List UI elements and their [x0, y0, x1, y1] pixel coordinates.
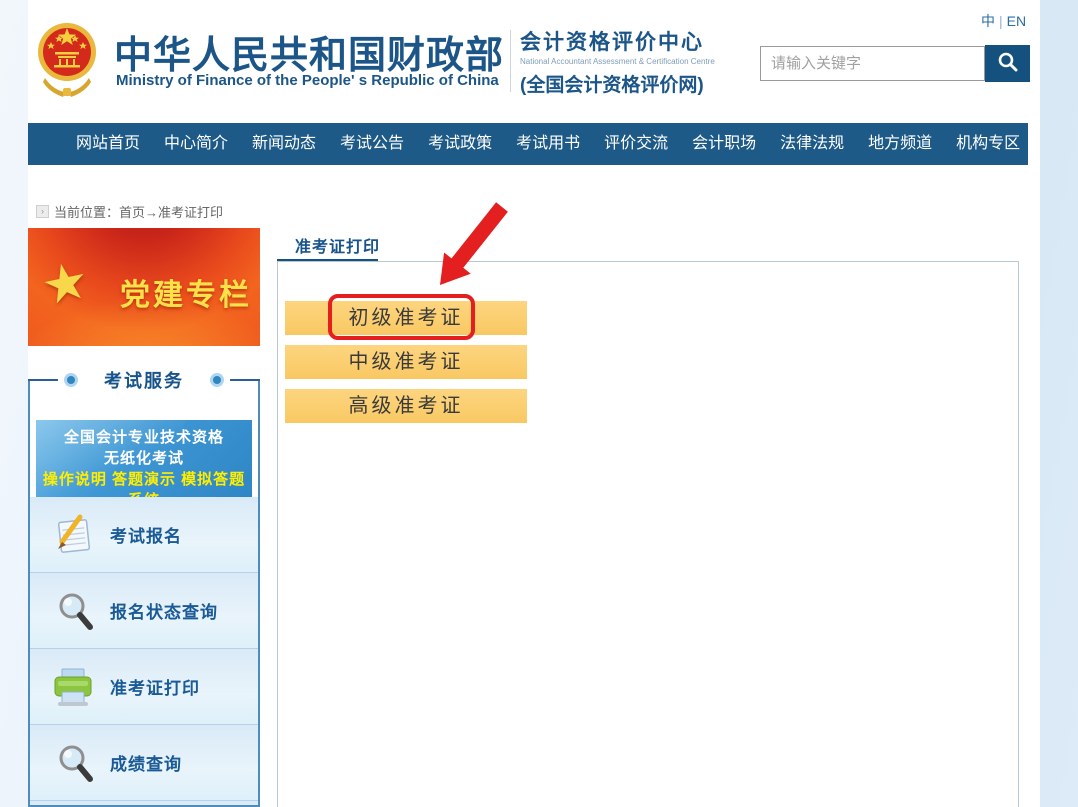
intermediate-ticket-button[interactable]: 中级准考证 [285, 345, 527, 379]
sidebar-item-partial [30, 801, 258, 805]
header-divider [510, 30, 511, 92]
breadcrumb: › 当前位置：首页→准考证打印 [36, 202, 223, 221]
nav-item-home[interactable]: 网站首页 [64, 123, 152, 165]
sidebar-item-label: 成绩查询 [110, 755, 182, 774]
sidebar-item-registration-status[interactable]: 报名状态查询 [30, 573, 258, 649]
main-nav: 网站首页 中心简介 新闻动态 考试公告 考试政策 考试用书 评价交流 会计职场 … [28, 123, 1028, 165]
title-dot-right-icon [213, 376, 221, 384]
sidebar-item-label: 报名状态查询 [110, 603, 218, 622]
language-switcher: 中 | EN [981, 11, 1026, 31]
nav-item-news[interactable]: 新闻动态 [240, 123, 328, 165]
lang-en-link[interactable]: EN [1007, 13, 1026, 29]
search-input[interactable] [760, 46, 985, 81]
content-panel [277, 261, 1019, 807]
sidebar-item-score-inquiry[interactable]: 成绩查询 [30, 725, 258, 801]
exam-banner-line3: 操作说明 答题演示 模拟答题系统 [42, 471, 246, 497]
nav-item-laws[interactable]: 法律法规 [768, 123, 856, 165]
title-line-left [28, 379, 58, 381]
party-banner-label: 党建专栏 [120, 279, 252, 312]
nav-item-local-channels[interactable]: 地方频道 [856, 123, 944, 165]
printer-icon [50, 664, 96, 710]
nav-item-evaluation-exchange[interactable]: 评价交流 [592, 123, 680, 165]
sidebar-menu: 考试报名 报名状态查询 准考证打印 成绩查询 [30, 497, 258, 805]
nav-item-accounting-career[interactable]: 会计职场 [680, 123, 768, 165]
magnifier-icon [50, 740, 96, 786]
title-dot-left-icon [67, 376, 75, 384]
tab-admission-ticket-print[interactable]: 准考证打印 [295, 233, 380, 257]
sidebar-item-label: 考试报名 [110, 527, 182, 546]
center-site-name: (全国会计资格评价网) [520, 75, 704, 96]
national-emblem-icon [35, 18, 99, 98]
title-line-right [230, 379, 260, 381]
nav-item-exam-announcements[interactable]: 考试公告 [328, 123, 416, 165]
senior-ticket-button[interactable]: 高级准考证 [285, 389, 527, 423]
nav-item-exam-policy[interactable]: 考试政策 [416, 123, 504, 165]
magnifier-icon [50, 588, 96, 634]
nav-item-exam-books[interactable]: 考试用书 [504, 123, 592, 165]
magnifier-icon [997, 51, 1019, 76]
search-button[interactable] [985, 45, 1030, 82]
sidebar-item-exam-registration[interactable]: 考试报名 [30, 497, 258, 573]
site-title: 中华人民共和国财政部 [114, 35, 505, 77]
lang-divider: | [999, 13, 1003, 29]
sidebar-item-admission-ticket-print[interactable]: 准考证打印 [30, 649, 258, 725]
breadcrumb-arrow-icon: › [36, 205, 49, 218]
exam-service-title: 考试服务 [104, 371, 184, 391]
exam-service-title-row: 考试服务 [28, 369, 260, 391]
center-title: 会计资格评价中心 [520, 31, 704, 54]
center-title-en: National Accountant Assessment & Certifi… [520, 57, 715, 66]
nav-item-about[interactable]: 中心简介 [152, 123, 240, 165]
center-title-block: 会计资格评价中心 National Accountant Assessment … [520, 26, 760, 97]
nav-item-agency-zone[interactable]: 机构专区 [944, 123, 1032, 165]
paperless-exam-banner[interactable]: 全国会计专业技术资格 无纸化考试 操作说明 答题演示 模拟答题系统 [36, 420, 252, 497]
page-container: 中华人民共和国财政部 Ministry of Finance of the Pe… [28, 0, 1040, 807]
junior-ticket-button[interactable]: 初级准考证 [285, 301, 527, 335]
site-title-en: Ministry of Finance of the People' s Rep… [116, 72, 499, 89]
exam-banner-line1: 全国会计专业技术资格 [63, 429, 224, 446]
party-building-banner[interactable]: ★ 党建专栏 [28, 228, 260, 346]
search-bar [760, 45, 1030, 82]
breadcrumb-text: 当前位置：首页→准考证打印 [54, 205, 224, 220]
sidebar-item-label: 准考证打印 [110, 679, 200, 698]
lang-zh-link[interactable]: 中 [981, 13, 995, 29]
notepad-pencil-icon [50, 512, 96, 558]
exam-banner-line2: 无纸化考试 [103, 450, 184, 467]
